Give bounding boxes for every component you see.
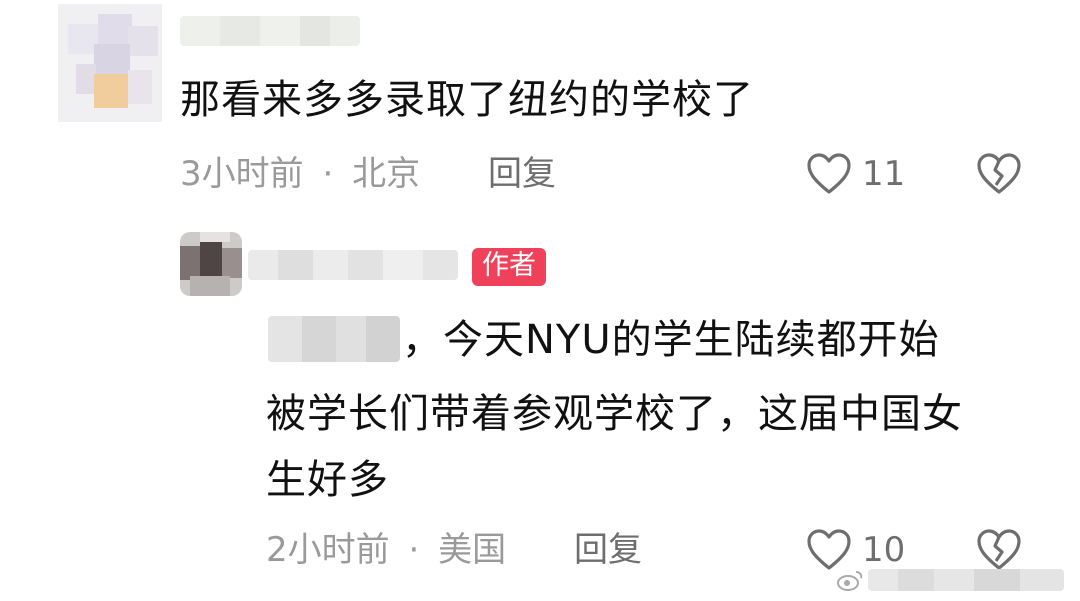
reply-time: 2小时前 <box>266 530 390 570</box>
reply-text-line-1: ，今天NYU的学生陆续都开始 <box>402 317 940 363</box>
reply-text-line-2: 被学长们带着参观学校了，这届中国女 <box>266 391 963 437</box>
author-avatar[interactable] <box>180 232 242 296</box>
reply-meta: 2小时前 · 美国 <box>266 528 506 572</box>
reply-text-line-3: 生好多 <box>266 457 389 503</box>
reply-location: 美国 <box>438 530 507 570</box>
mention-blur[interactable] <box>268 316 400 362</box>
author-badge: 作者 <box>472 248 546 286</box>
comment-meta: 3小时前 · 北京 <box>180 152 420 196</box>
watermark <box>836 566 1072 594</box>
meta-separator: · <box>408 530 420 570</box>
like-count: 11 <box>862 154 906 194</box>
broken-heart-icon[interactable] <box>976 152 1022 196</box>
commenter-avatar[interactable] <box>58 4 162 122</box>
reply-button[interactable]: 回复 <box>574 528 642 572</box>
commenter-name[interactable] <box>180 16 360 46</box>
weibo-logo-icon <box>837 571 863 591</box>
comment-text: 那看来多多录取了纽约的学校了 <box>180 77 754 123</box>
reply-button[interactable]: 回复 <box>488 152 556 196</box>
comment-time: 3小时前 <box>180 154 304 194</box>
meta-separator: · <box>322 154 334 194</box>
heart-outline-icon[interactable] <box>806 152 852 196</box>
author-name[interactable] <box>248 250 458 280</box>
watermark-handle-blur <box>868 569 1064 591</box>
comment-location: 北京 <box>352 154 421 194</box>
